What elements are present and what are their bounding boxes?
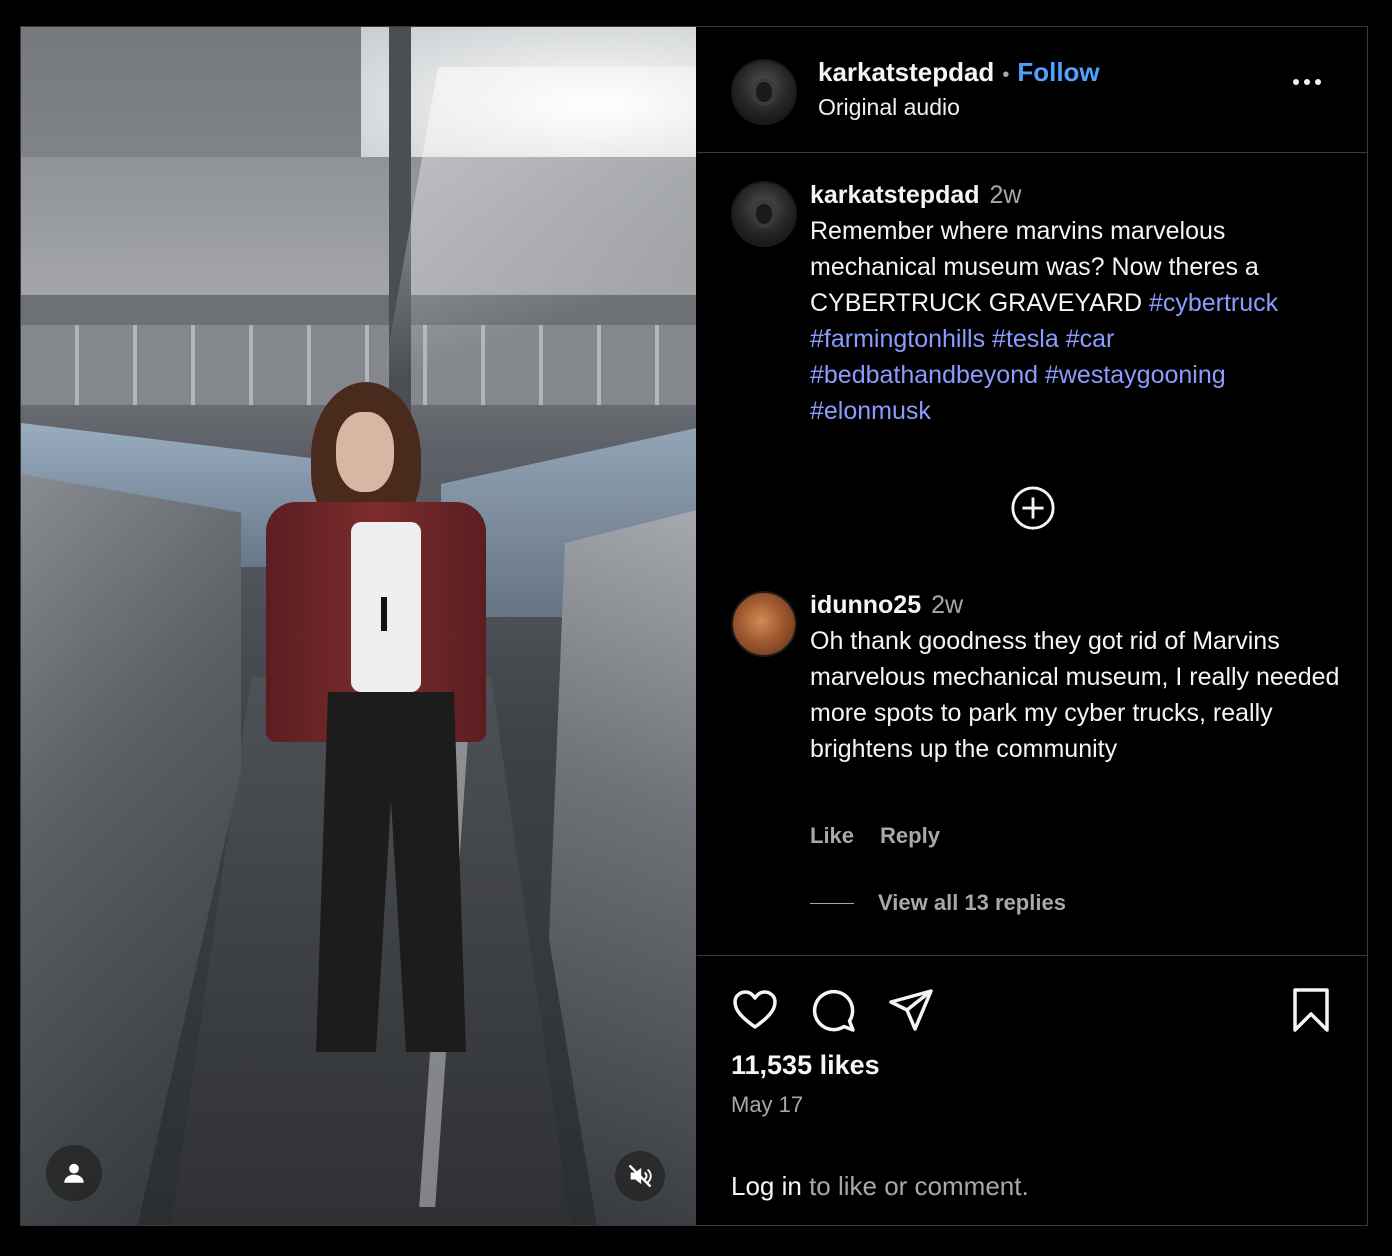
plus-circle-icon[interactable] bbox=[1010, 485, 1056, 531]
audio-label[interactable]: Original audio bbox=[818, 94, 960, 121]
hashtag[interactable]: #bedbathandbeyond bbox=[810, 361, 1038, 389]
caption-username[interactable]: karkatstepdad bbox=[810, 181, 980, 209]
separator-dot: • bbox=[1002, 64, 1010, 86]
comment-reply-button[interactable]: Reply bbox=[880, 823, 940, 849]
caption-avatar[interactable] bbox=[731, 181, 797, 247]
login-link[interactable]: Log in bbox=[731, 1171, 802, 1201]
replies-divider bbox=[810, 902, 854, 904]
bookmark-icon[interactable] bbox=[1287, 986, 1335, 1034]
post-dialog: karkatstepdad • Follow Original audio ka… bbox=[20, 26, 1368, 1226]
hashtag[interactable]: #car bbox=[1066, 325, 1115, 353]
view-replies-button[interactable]: View all 13 replies bbox=[810, 890, 1066, 916]
login-suffix: to like or comment. bbox=[801, 1171, 1029, 1201]
post-actions: 11,535 likes May 17 Log in to like or co… bbox=[697, 955, 1367, 1226]
commenter-avatar[interactable] bbox=[731, 591, 797, 657]
author-username[interactable]: karkatstepdad bbox=[818, 57, 994, 88]
comment-text: idunno25 2w Oh thank goodness they got ri… bbox=[810, 587, 1345, 767]
hashtag[interactable]: #elonmusk bbox=[810, 397, 931, 425]
post-video[interactable] bbox=[21, 27, 696, 1225]
comment-like-button[interactable]: Like bbox=[810, 823, 854, 849]
login-prompt: Log in to like or comment. bbox=[731, 1171, 1029, 1202]
caption-text: karkatstepdad 2w Remember where marvins m… bbox=[810, 177, 1340, 429]
user-tag-button[interactable] bbox=[46, 1145, 102, 1201]
hashtag[interactable]: #cybertruck bbox=[1149, 289, 1278, 317]
heart-icon[interactable] bbox=[731, 986, 779, 1034]
comment-body: Oh thank goodness they got rid of Marvin… bbox=[810, 627, 1340, 763]
truck-right bbox=[549, 507, 696, 1225]
more-options-icon[interactable] bbox=[1293, 79, 1321, 85]
caption-time: 2w bbox=[989, 181, 1022, 209]
post-side-panel: karkatstepdad • Follow Original audio ka… bbox=[697, 27, 1367, 1225]
comment-icon[interactable] bbox=[809, 986, 857, 1034]
like-count[interactable]: 11,535 likes bbox=[731, 1050, 880, 1081]
user-tag-icon bbox=[64, 1163, 84, 1183]
post-header: karkatstepdad • Follow Original audio bbox=[697, 27, 1367, 153]
muted-audio-icon bbox=[628, 1164, 652, 1188]
share-icon[interactable] bbox=[887, 986, 935, 1034]
hashtag[interactable]: #westaygooning bbox=[1045, 361, 1226, 389]
hashtag[interactable]: #farmingtonhills bbox=[810, 325, 985, 353]
mute-button[interactable] bbox=[615, 1151, 665, 1201]
hashtag[interactable]: #tesla bbox=[992, 325, 1059, 353]
follow-button[interactable]: Follow bbox=[1017, 57, 1099, 88]
post-date: May 17 bbox=[731, 1092, 804, 1117]
person-figure bbox=[256, 382, 496, 1082]
view-replies-label: View all 13 replies bbox=[878, 890, 1066, 915]
author-avatar[interactable] bbox=[731, 59, 797, 125]
commenter-username[interactable]: idunno25 bbox=[810, 591, 921, 619]
comment-time: 2w bbox=[931, 591, 964, 619]
